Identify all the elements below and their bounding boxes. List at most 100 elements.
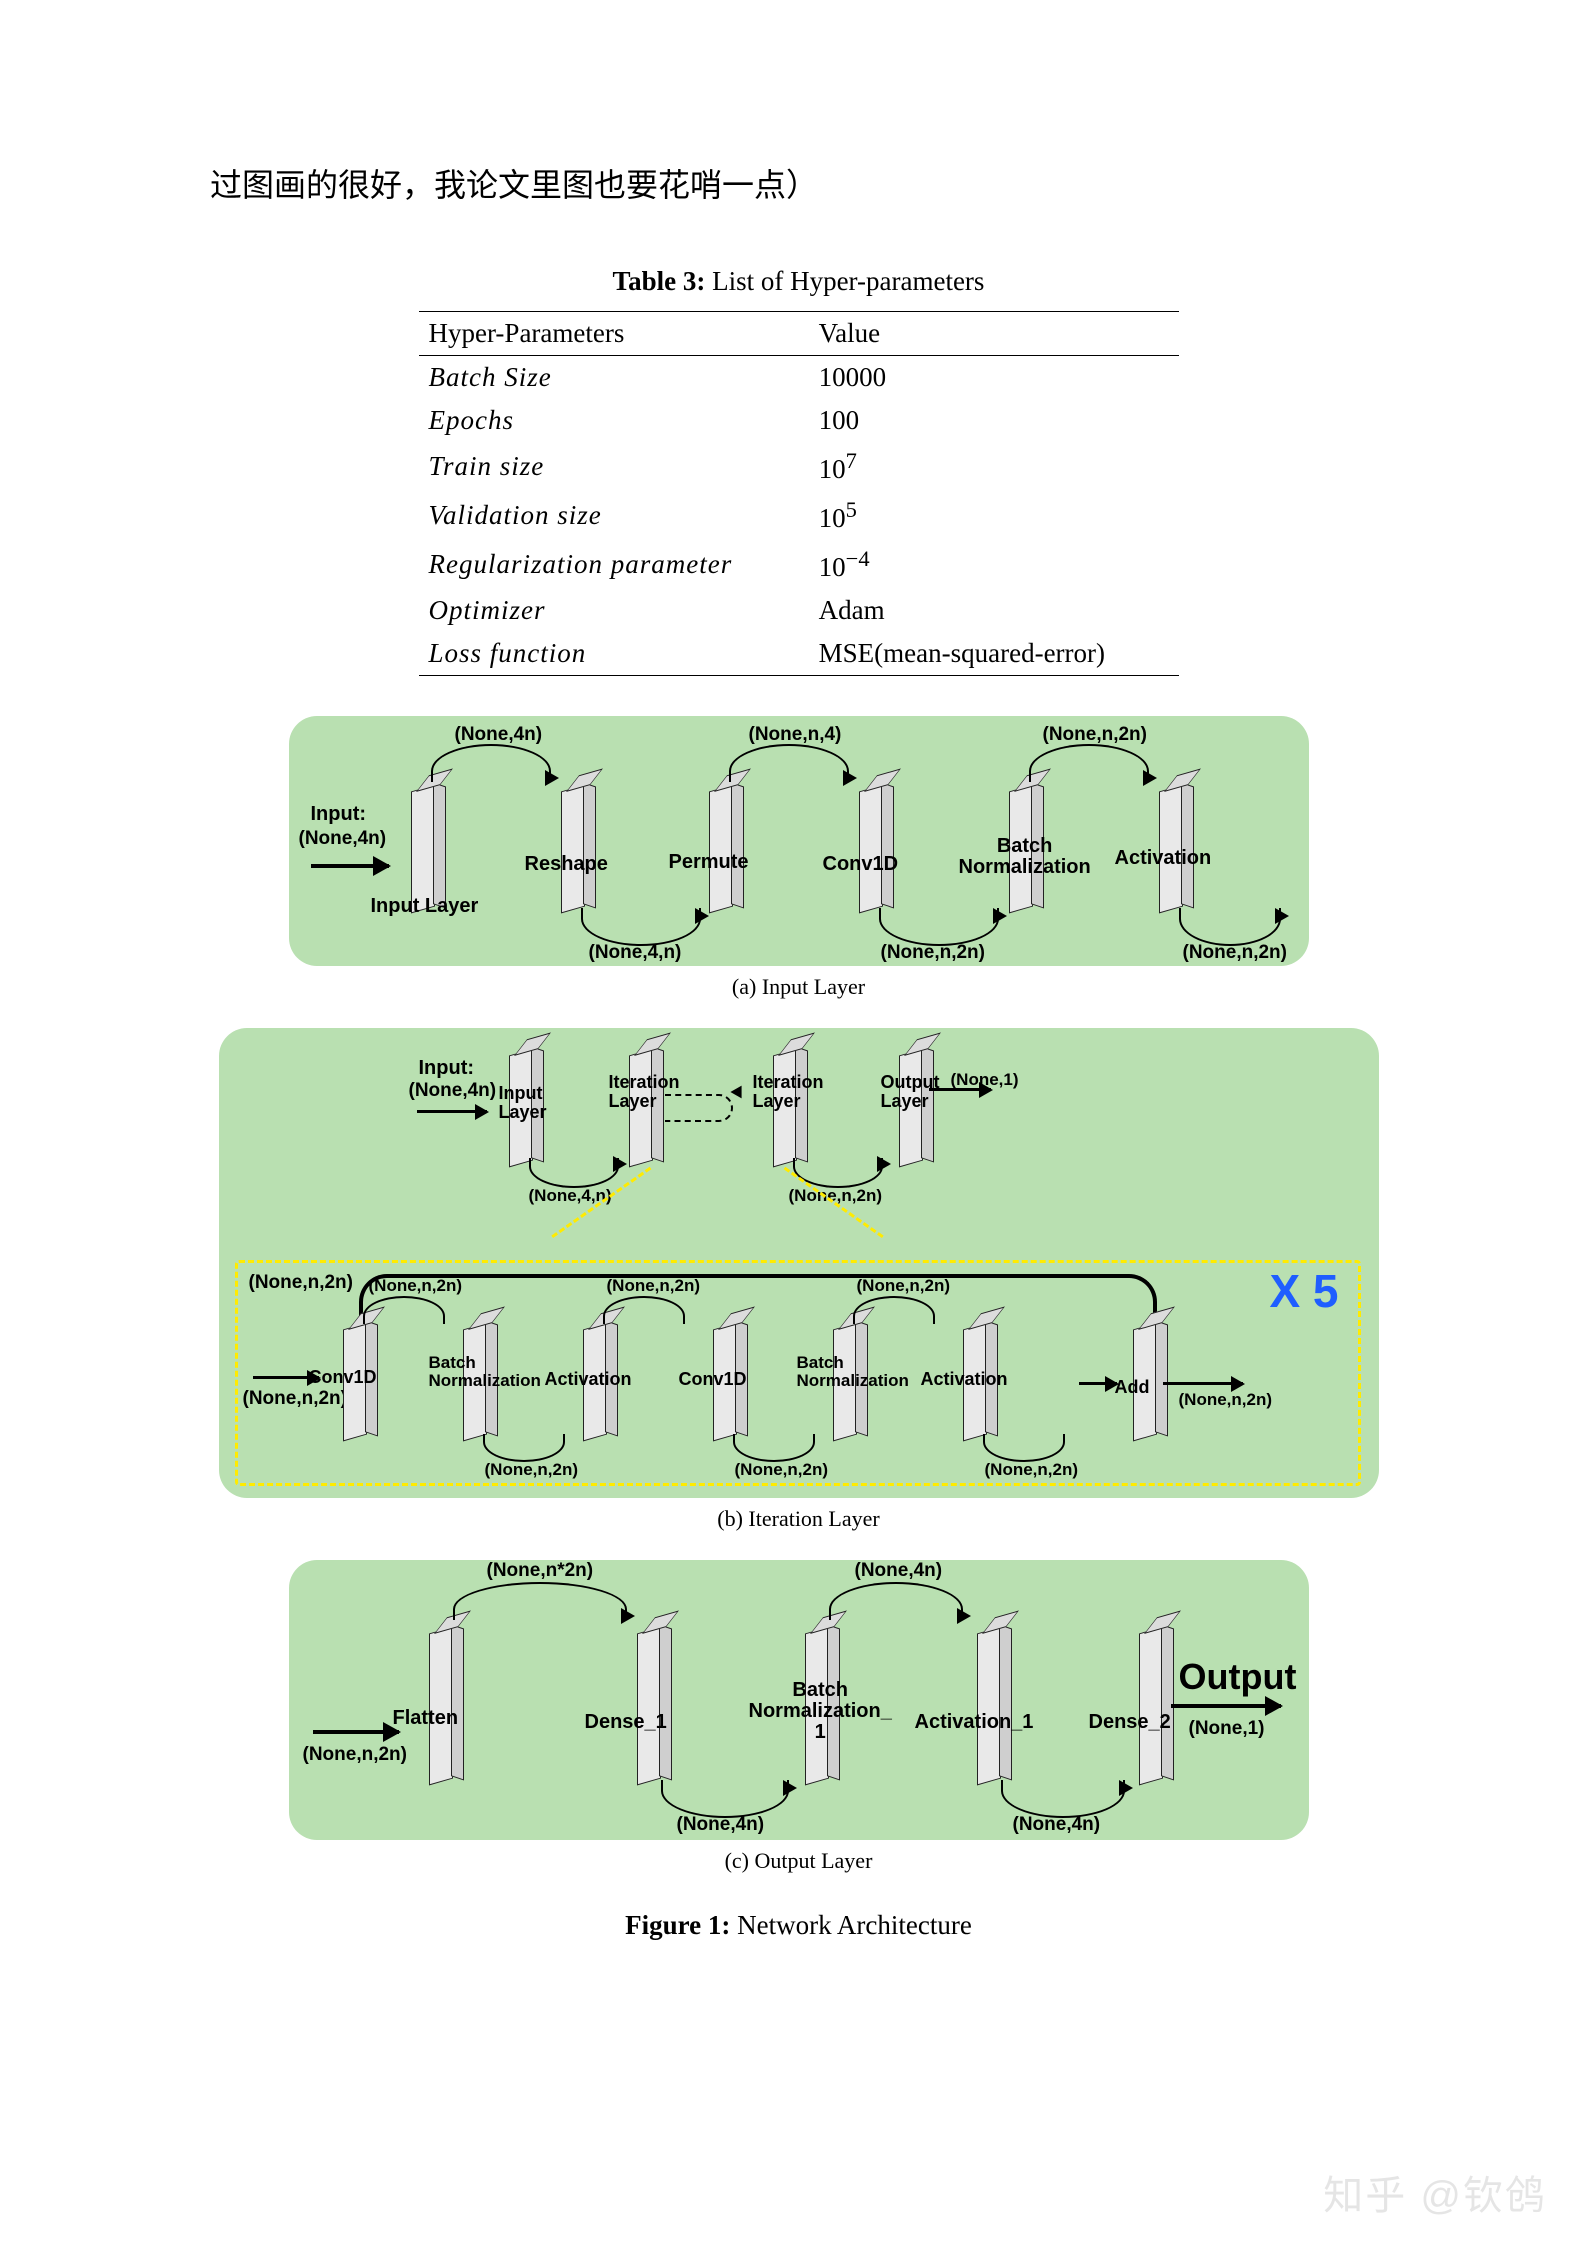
tensor-shape: (None,n,2n) [1179,1390,1273,1410]
block-label: Input Layer [371,896,479,917]
subfigure-caption-a: (a) Input Layer [210,974,1387,1000]
tensor-shape: (None,n,2n) [857,1276,951,1296]
tensor-shape: (None,1) [951,1070,1019,1090]
table-header-row: Hyper-Parameters Value [419,312,1179,356]
tensor-shape: (None,4n) [455,724,543,746]
block-label: Add [1115,1378,1150,1397]
connector-curve [453,1582,627,1620]
table-row: Loss functionMSE(mean-squared-error) [419,632,1179,676]
x5-multiplier: X 5 [1269,1264,1338,1318]
tensor-shape: (None,n*2n) [487,1560,594,1582]
hyperparams-table: Hyper-Parameters Value Batch Size10000 E… [419,311,1179,676]
arrow-icon [621,1608,635,1624]
connector-curve [529,1158,619,1188]
input-shape: (None,4n) [299,828,387,850]
block-label: Batch Normalization [959,836,1091,878]
diagram-input-layer: Input: (None,4n) Input Layer (None,4n) R… [289,716,1309,966]
block-conv1d [859,785,883,914]
tensor-shape: (None,n,2n) [485,1460,579,1480]
arrow-icon [1119,1780,1133,1796]
tensor-shape: (None,n,2n) [369,1276,463,1296]
arrow-icon [1163,1382,1243,1385]
block-label: Activation [921,1370,1008,1389]
block-reshape [561,785,585,914]
arrow-icon [843,770,857,786]
tensor-shape: (None,n,2n) [249,1272,354,1294]
block-flatten [429,1627,453,1786]
output-shape: (None,1) [1189,1718,1265,1740]
intro-text: 过图画的很好，我论文里图也要花哨一点） [210,160,1387,206]
table-caption: Table 3: List of Hyper-parameters [210,266,1387,297]
block-label: Conv1D [679,1370,747,1389]
table-row: OptimizerAdam [419,589,1179,632]
table-row: Epochs100 [419,399,1179,442]
block-label: Activation_1 [915,1712,1034,1733]
tensor-shape: (None,4n) [1013,1814,1101,1836]
arrow-icon [783,1780,797,1796]
tensor-shape: (None,n,4) [749,724,842,746]
tensor-shape: (None,n,2n) [1043,724,1148,746]
table-header-param: Hyper-Parameters [419,312,809,356]
block-label: Output Layer [881,1073,940,1111]
block-activation-1 [977,1627,1001,1786]
block-label: Dense_1 [585,1712,667,1733]
table-row: Validation size105 [419,491,1179,540]
output-text: Output [1179,1656,1297,1698]
block-label: Input Layer [499,1084,547,1122]
block-dense-2 [1139,1627,1163,1786]
input-label: Input: [419,1058,475,1079]
arrow-icon [313,1730,399,1734]
watermark: 知乎 @钦鸧 [1323,2163,1547,2221]
figure-caption: Figure 1: Network Architecture [210,1910,1387,1941]
connector-curve [829,1582,963,1620]
connector-curve [1179,908,1281,946]
table-row: Batch Size10000 [419,356,1179,400]
block-dense-1 [637,1627,661,1786]
block-label: Conv1D [823,854,899,875]
arrow-icon [1171,1704,1281,1708]
block-label: Activation [545,1370,632,1389]
arrow-icon [417,1110,487,1113]
arrow-icon [730,1086,741,1099]
connector-curve [1029,744,1149,782]
block-permute [709,785,733,914]
tensor-shape: (None,4,n) [589,942,682,964]
tensor-shape: (None,4n) [677,1814,765,1836]
arrow-icon [1143,770,1157,786]
block-label: Batch Normalization [429,1354,541,1390]
block-label: Flatten [393,1708,459,1729]
arrow-icon [993,908,1007,924]
block-label: Iteration Layer [753,1073,824,1111]
subfigure-caption-c: (c) Output Layer [210,1848,1387,1874]
block-label: Dense_2 [1089,1712,1171,1733]
arrow-icon [545,770,559,786]
table-header-value: Value [809,312,1179,356]
connector-curve [581,908,701,946]
diagram-iteration-layer: Input: (None,4n) Input Layer (None,4,n) … [219,1028,1379,1498]
block-label: Conv1D [309,1368,377,1387]
input-shape: (None,n,2n) [303,1744,408,1766]
block-label: Permute [669,852,749,873]
tensor-shape: (None,n,2n) [243,1388,348,1410]
connector-curve [729,744,849,782]
arrow-icon [1275,908,1289,924]
block-label: Activation [1115,848,1212,869]
connector-curve [879,908,999,946]
tensor-shape: (None,n,2n) [1183,942,1288,964]
arrow-icon [1079,1382,1117,1385]
block-label: Batch Normalization [797,1354,909,1390]
arrow-icon [957,1608,971,1624]
table-row: Train size107 [419,442,1179,491]
connector-curve [661,1780,789,1818]
arrow-icon [877,1156,891,1172]
connector-curve [1001,1780,1125,1818]
block-label: Batch Normalization_ 1 [749,1680,892,1743]
tensor-shape: (None,n,2n) [881,942,986,964]
diagram-output-layer: (None,n,2n) Flatten (None,n*2n) Dense_1 … [289,1560,1309,1840]
arrow-icon [695,908,709,924]
tensor-shape: (None,4n) [855,1560,943,1582]
repeat-dashed-icon [665,1094,733,1122]
input-label: Input: [311,804,367,825]
subfigure-caption-b: (b) Iteration Layer [210,1506,1387,1532]
tensor-shape: (None,n,2n) [607,1276,701,1296]
